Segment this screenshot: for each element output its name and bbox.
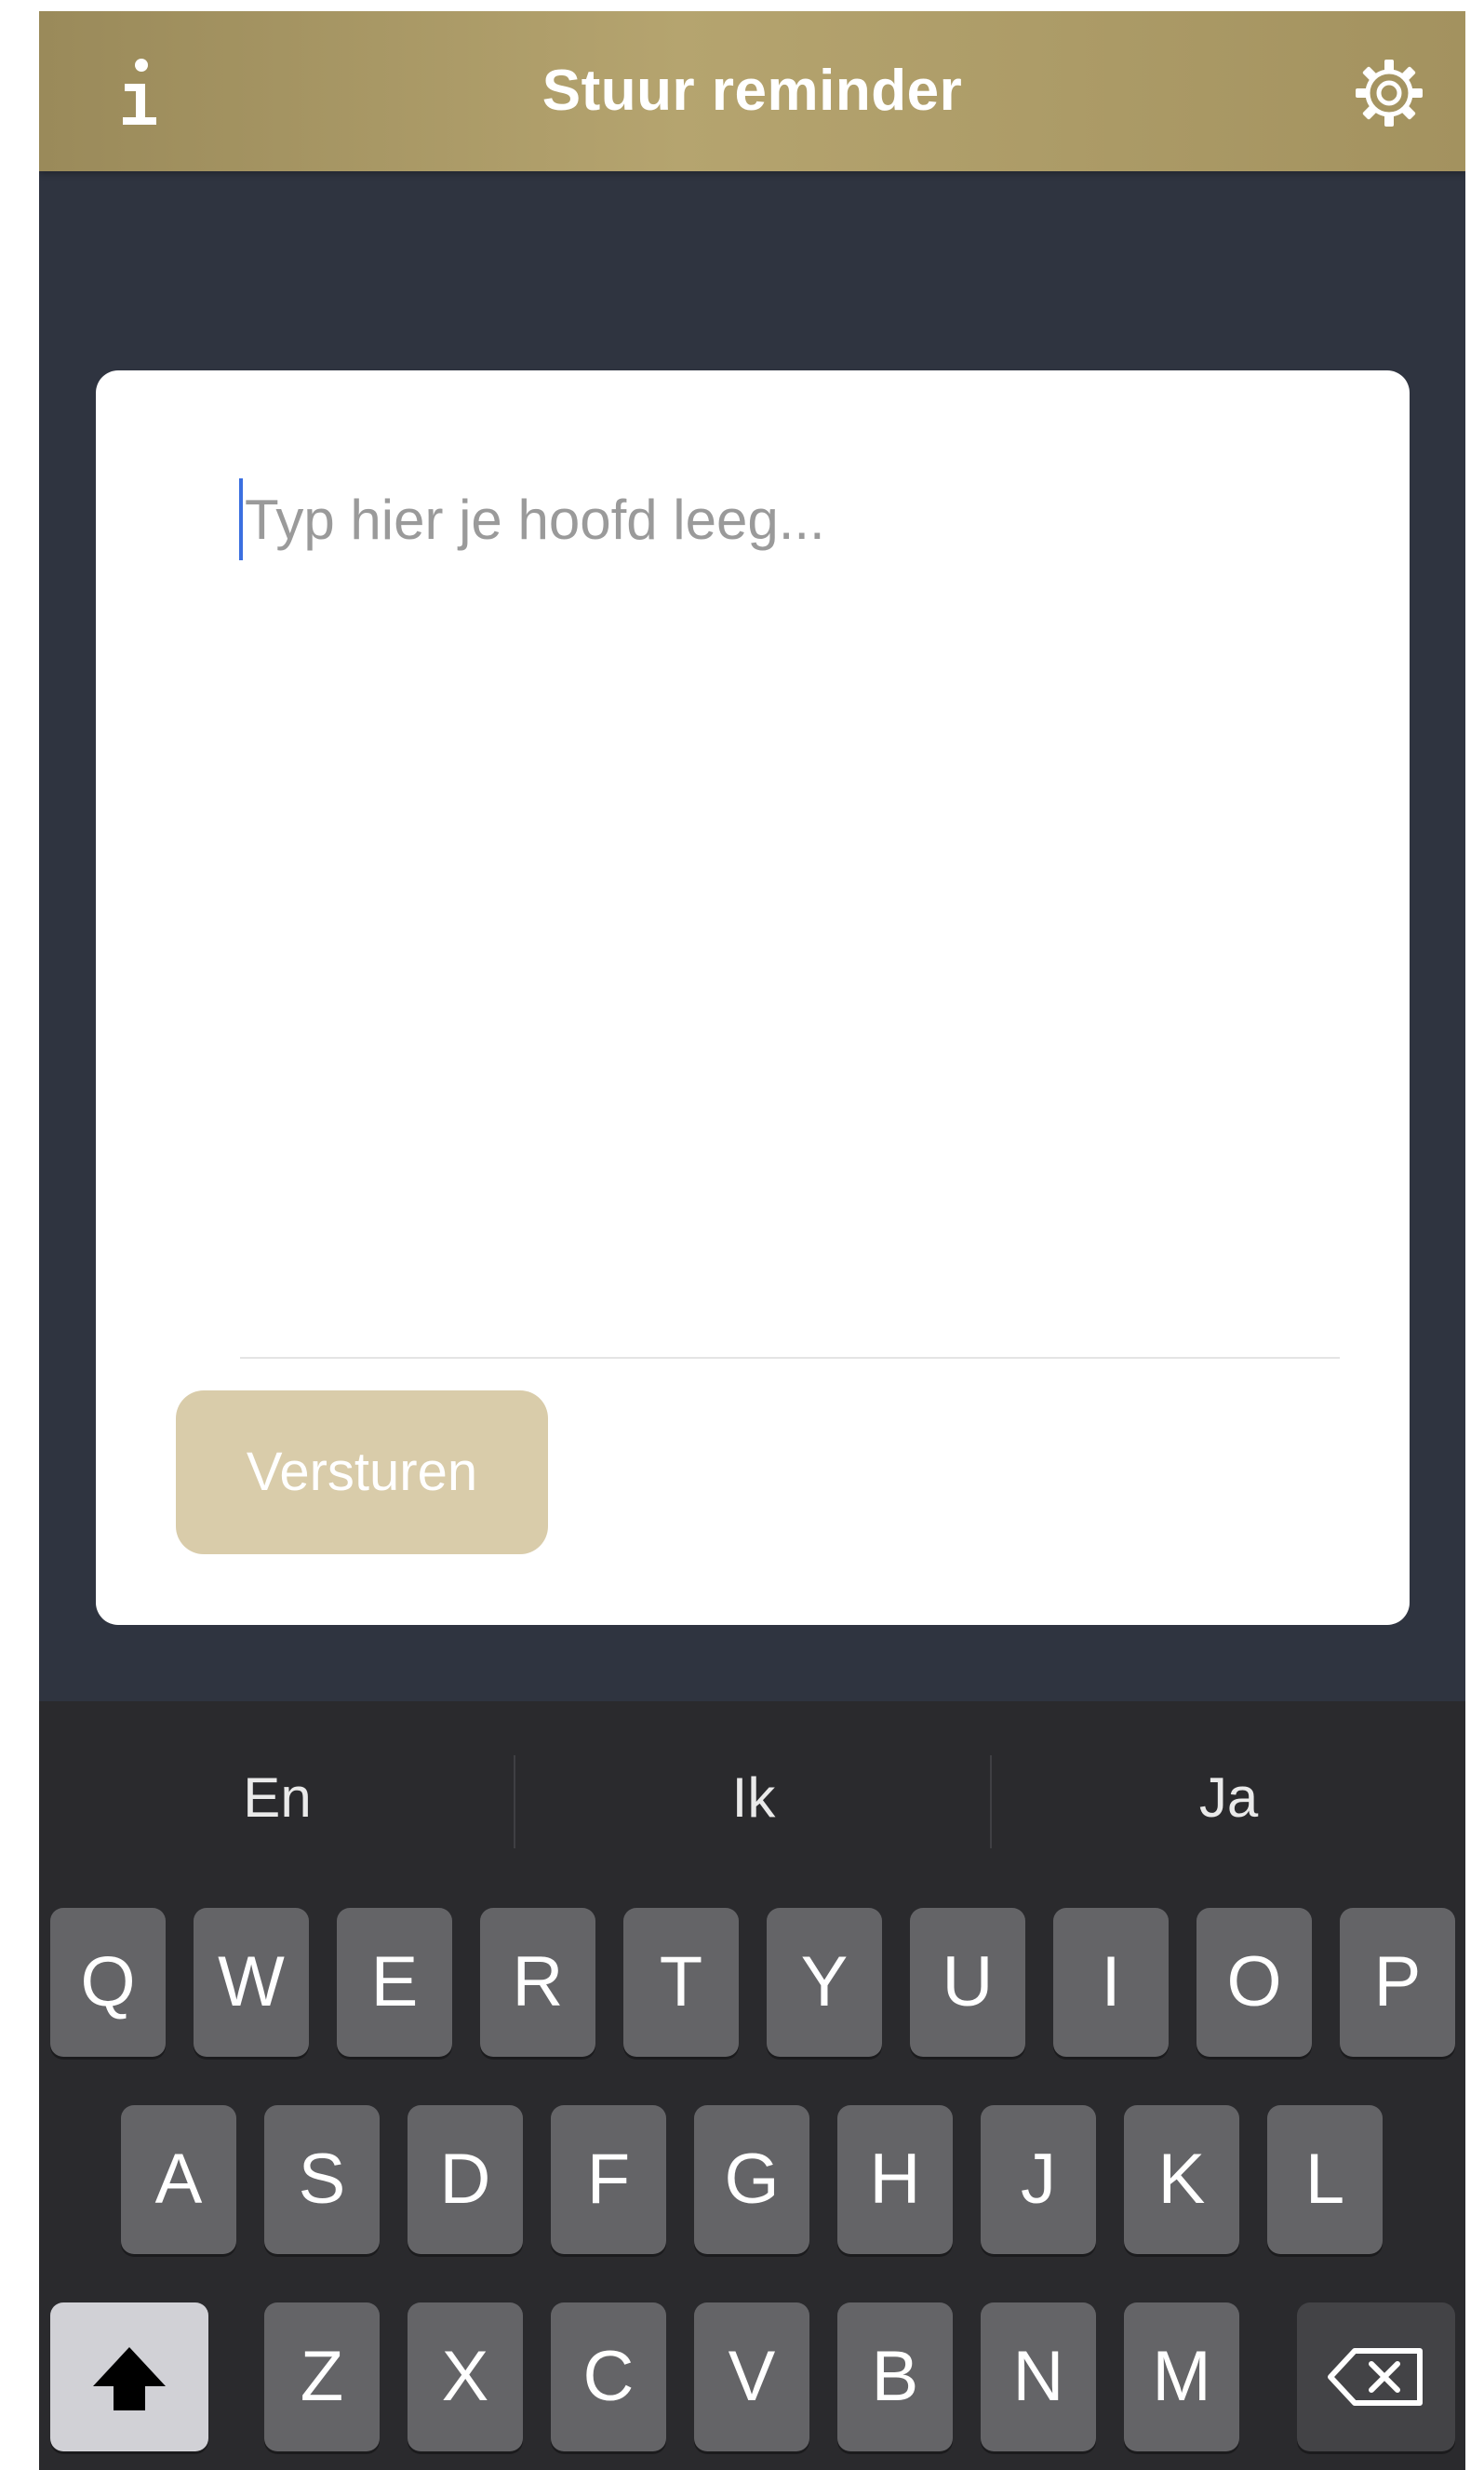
key-g[interactable]: G xyxy=(694,2105,809,2254)
suggestion-2[interactable]: Ik xyxy=(515,1752,992,1845)
key-t[interactable]: T xyxy=(623,1908,739,2057)
gear-icon[interactable] xyxy=(1354,58,1424,128)
key-v[interactable]: V xyxy=(694,2302,809,2451)
input-divider xyxy=(240,1357,1340,1359)
shift-icon xyxy=(93,2347,166,2410)
key-q[interactable]: Q xyxy=(50,1908,166,2057)
key-x[interactable]: X xyxy=(408,2302,523,2451)
key-h[interactable]: H xyxy=(837,2105,953,2254)
send-button[interactable]: Versturen xyxy=(176,1390,548,1554)
backspace-key[interactable] xyxy=(1297,2302,1455,2451)
key-m[interactable]: M xyxy=(1124,2302,1239,2451)
page-title: Stuur reminder xyxy=(541,59,963,123)
key-u[interactable]: U xyxy=(910,1908,1025,2057)
shift-key[interactable] xyxy=(50,2302,208,2451)
suggestion-bar: En Ik Ja xyxy=(39,1701,1465,1878)
key-o[interactable]: O xyxy=(1197,1908,1312,2057)
text-caret xyxy=(239,478,243,560)
app-screen: Stuur reminder Typ hier je hoofd leeg...… xyxy=(39,11,1465,2470)
suggestion-3[interactable]: Ja xyxy=(992,1752,1465,1845)
key-r[interactable]: R xyxy=(480,1908,595,2057)
key-y[interactable]: Y xyxy=(767,1908,882,2057)
key-b[interactable]: B xyxy=(837,2302,953,2451)
key-f[interactable]: F xyxy=(551,2105,666,2254)
keyboard: En Ik Ja Q W E R T Y U I O P A S D F G H… xyxy=(39,1701,1465,2470)
key-n[interactable]: N xyxy=(981,2302,1096,2451)
key-l[interactable]: L xyxy=(1267,2105,1383,2254)
header-bar: Stuur reminder xyxy=(39,11,1465,171)
key-j[interactable]: J xyxy=(981,2105,1096,2254)
key-c[interactable]: C xyxy=(551,2302,666,2451)
key-p[interactable]: P xyxy=(1340,1908,1455,2057)
key-w[interactable]: W xyxy=(194,1908,309,2057)
key-d[interactable]: D xyxy=(408,2105,523,2254)
reminder-card: Versturen xyxy=(96,370,1410,1625)
reminder-input[interactable] xyxy=(245,473,1250,566)
key-s[interactable]: S xyxy=(264,2105,380,2254)
key-z[interactable]: Z xyxy=(264,2302,380,2451)
key-a[interactable]: A xyxy=(121,2105,236,2254)
suggestion-1[interactable]: En xyxy=(39,1752,515,1845)
key-k[interactable]: K xyxy=(1124,2105,1239,2254)
key-i[interactable]: I xyxy=(1053,1908,1169,2057)
backspace-icon xyxy=(1328,2348,1423,2406)
key-e[interactable]: E xyxy=(337,1908,452,2057)
